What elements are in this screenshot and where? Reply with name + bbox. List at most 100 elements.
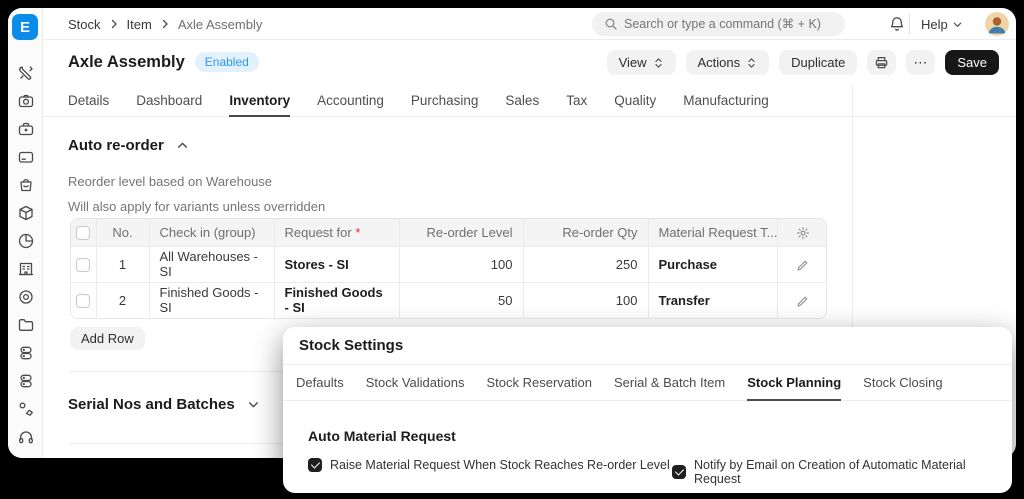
col-reorder-level: Re-order Level bbox=[399, 219, 523, 246]
row-checkbox[interactable] bbox=[76, 258, 90, 272]
auto-material-request-title: Auto Material Request bbox=[308, 428, 456, 444]
badge-icon[interactable] bbox=[17, 288, 35, 306]
print-button[interactable] bbox=[867, 50, 896, 75]
notification-bell-icon[interactable] bbox=[888, 15, 906, 33]
tab-stock-closing[interactable]: Stock Closing bbox=[863, 365, 942, 401]
breadcrumb-item[interactable]: Item bbox=[127, 17, 152, 32]
breadcrumb: Stock Item Axle Assembly bbox=[68, 8, 262, 40]
duplicate-button[interactable]: Duplicate bbox=[779, 50, 857, 75]
reorder-grid: No. Check in (group) Request for * Re-or… bbox=[70, 218, 827, 319]
checkbox-label: Raise Material Request When Stock Reache… bbox=[330, 458, 670, 472]
chevron-down-icon bbox=[952, 19, 963, 30]
checkbox-checked-icon[interactable] bbox=[308, 458, 322, 472]
cell-material-request-type[interactable]: Transfer bbox=[648, 282, 777, 318]
row-checkbox[interactable] bbox=[76, 294, 90, 308]
tab-defaults[interactable]: Defaults bbox=[296, 365, 344, 401]
view-label: View bbox=[619, 55, 647, 70]
tools-icon[interactable] bbox=[17, 64, 35, 82]
tab-dashboard[interactable]: Dashboard bbox=[136, 85, 202, 117]
stock-settings-tab-bar: Defaults Stock Validations Stock Reserva… bbox=[283, 365, 1012, 401]
cell-request-for[interactable]: Stores - SI bbox=[274, 246, 399, 282]
raise-material-request-checkbox[interactable]: Raise Material Request When Stock Reache… bbox=[308, 458, 670, 472]
tab-quality[interactable]: Quality bbox=[614, 85, 656, 117]
cell-material-request-type[interactable]: Purchase bbox=[648, 246, 777, 282]
help-label: Help bbox=[921, 17, 948, 32]
cell-reorder-qty[interactable]: 250 bbox=[523, 246, 648, 282]
cell-no: 1 bbox=[96, 246, 149, 282]
database-icon[interactable] bbox=[17, 372, 35, 390]
chevron-up-icon bbox=[176, 139, 189, 152]
actions-button[interactable]: Actions bbox=[686, 50, 770, 75]
table-row[interactable]: 1 All Warehouses - SI Stores - SI 100 25… bbox=[71, 246, 827, 282]
tab-tax[interactable]: Tax bbox=[566, 85, 587, 117]
status-badge: Enabled bbox=[195, 52, 259, 72]
tab-stock-validations[interactable]: Stock Validations bbox=[366, 365, 465, 401]
help-menu[interactable]: Help bbox=[921, 8, 963, 40]
database-icon[interactable] bbox=[17, 344, 35, 362]
stock-settings-title: Stock Settings bbox=[299, 337, 403, 354]
briefcase-icon[interactable] bbox=[17, 120, 35, 138]
sidebar: E bbox=[8, 8, 43, 458]
col-reorder-qty: Re-order Qty bbox=[523, 219, 648, 246]
grid-settings-gear-icon[interactable] bbox=[796, 226, 810, 240]
actions-label: Actions bbox=[698, 55, 741, 70]
ellipsis-icon: ⋯ bbox=[913, 54, 928, 71]
save-label: Save bbox=[957, 55, 987, 70]
cell-reorder-level[interactable]: 50 bbox=[399, 282, 523, 318]
auto-reorder-section-header[interactable]: Auto re-order bbox=[68, 137, 189, 154]
select-all-checkbox[interactable] bbox=[76, 226, 90, 240]
topbar: Stock Item Axle Assembly Help bbox=[43, 8, 1016, 40]
camera-icon[interactable] bbox=[17, 92, 35, 110]
add-row-button[interactable]: Add Row bbox=[70, 327, 145, 350]
serial-nos-section-header[interactable]: Serial Nos and Batches bbox=[68, 396, 260, 413]
view-button[interactable]: View bbox=[607, 50, 676, 75]
cell-request-for[interactable]: Finished Goods - SI bbox=[274, 282, 399, 318]
col-material-request-type: Material Request T... bbox=[648, 219, 777, 246]
notify-by-email-checkbox[interactable]: Notify by Email on Creation of Automatic… bbox=[672, 458, 1012, 486]
cell-reorder-qty[interactable]: 100 bbox=[523, 282, 648, 318]
tab-stock-reservation[interactable]: Stock Reservation bbox=[486, 365, 592, 401]
cell-check-in[interactable]: Finished Goods - SI bbox=[149, 282, 274, 318]
tab-stock-planning[interactable]: Stock Planning bbox=[747, 365, 841, 401]
breadcrumb-stock[interactable]: Stock bbox=[68, 17, 101, 32]
serial-nos-title: Serial Nos and Batches bbox=[68, 396, 235, 413]
tab-details[interactable]: Details bbox=[68, 85, 109, 117]
cell-reorder-level[interactable]: 100 bbox=[399, 246, 523, 282]
headset-icon[interactable] bbox=[17, 428, 35, 446]
document-header: Axle Assembly Enabled View Actions Dupli… bbox=[43, 40, 1016, 85]
required-asterisk: * bbox=[355, 225, 360, 240]
card-icon[interactable] bbox=[17, 148, 35, 166]
chevron-right-icon bbox=[159, 18, 171, 30]
tab-serial-batch-item[interactable]: Serial & Batch Item bbox=[614, 365, 725, 401]
save-button[interactable]: Save bbox=[945, 50, 999, 75]
cell-check-in[interactable]: All Warehouses - SI bbox=[149, 246, 274, 282]
pie-chart-icon[interactable] bbox=[17, 232, 35, 250]
package-icon[interactable] bbox=[17, 204, 35, 222]
updown-chevron-icon bbox=[746, 57, 757, 69]
col-no: No. bbox=[96, 219, 149, 246]
tab-accounting[interactable]: Accounting bbox=[317, 85, 384, 117]
updown-chevron-icon bbox=[653, 57, 664, 69]
erpnext-logo-icon[interactable]: E bbox=[12, 14, 38, 40]
search-input[interactable] bbox=[592, 12, 845, 36]
page-title: Axle Assembly Enabled bbox=[68, 52, 259, 72]
building-icon[interactable] bbox=[17, 260, 35, 278]
chevron-down-icon bbox=[247, 398, 260, 411]
edit-row-icon[interactable] bbox=[796, 295, 809, 308]
tab-manufacturing[interactable]: Manufacturing bbox=[683, 85, 769, 117]
table-row[interactable]: 2 Finished Goods - SI Finished Goods - S… bbox=[71, 282, 827, 318]
grid-header-row: No. Check in (group) Request for * Re-or… bbox=[71, 219, 827, 246]
tab-purchasing[interactable]: Purchasing bbox=[411, 85, 479, 117]
tab-inventory[interactable]: Inventory bbox=[229, 85, 290, 117]
shopping-bag-icon[interactable] bbox=[17, 176, 35, 194]
checkbox-checked-icon[interactable] bbox=[672, 465, 686, 479]
folder-icon[interactable] bbox=[17, 316, 35, 334]
stock-settings-header: Stock Settings bbox=[283, 327, 1012, 365]
cell-no: 2 bbox=[96, 282, 149, 318]
edit-row-icon[interactable] bbox=[796, 259, 809, 272]
more-options-button[interactable]: ⋯ bbox=[906, 50, 935, 75]
user-avatar[interactable] bbox=[985, 12, 1009, 36]
auto-reorder-title: Auto re-order bbox=[68, 137, 164, 154]
shapes-icon[interactable] bbox=[17, 400, 35, 418]
tab-sales[interactable]: Sales bbox=[505, 85, 539, 117]
